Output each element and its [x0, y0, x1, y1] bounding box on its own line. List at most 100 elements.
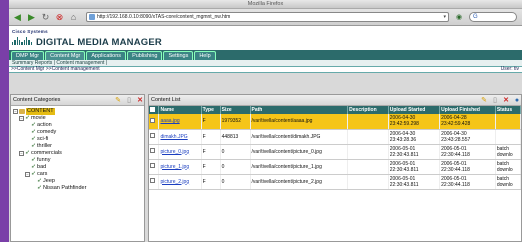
column-header[interactable]: Upload Started [388, 106, 441, 114]
tab-settings[interactable]: Settings [163, 51, 194, 60]
tree-node-label[interactable]: comedy [37, 129, 56, 136]
table-header-row: Name Type Size Path Description Upload Starte… [149, 106, 521, 114]
tree-node[interactable]: ➶ funny [13, 157, 144, 164]
column-header[interactable]: Upload Finished [439, 106, 496, 114]
tree-node-label[interactable]: cars [37, 171, 47, 178]
tab-help[interactable]: Help [194, 51, 216, 60]
tree-node[interactable]: ➶ sci-fi [13, 136, 144, 143]
type-cell: F [201, 159, 221, 175]
edit-icon[interactable]: ✎ [480, 96, 488, 104]
column-header[interactable]: Type [201, 106, 221, 114]
row-select-cell [149, 174, 160, 190]
tree-node[interactable]: − ➶ movie [13, 115, 144, 122]
file-name-link[interactable]: picture_2.jpg [158, 174, 202, 190]
path-cell: /var/tivella/content/picture_0.jpg [250, 144, 349, 160]
column-header[interactable]: Size [220, 106, 251, 114]
browser-toolbar: ◀ ▶ ↻ ⊗ ⌂ http://192.168.0.10:8090/xTAS-… [9, 9, 522, 26]
file-name-link[interactable]: picture_0.jpg [158, 144, 202, 160]
reload-icon[interactable]: ↻ [40, 12, 51, 23]
tree-node-label[interactable]: CONTENT [26, 108, 55, 115]
select-all-header[interactable] [149, 106, 160, 114]
column-header[interactable]: Description [347, 106, 389, 114]
tree-node[interactable]: ➶ comedy [13, 129, 144, 136]
category-icon: ➶ [31, 143, 37, 149]
file-name-link[interactable]: dimakh.JPG [158, 129, 202, 145]
column-header[interactable]: Path [250, 106, 349, 114]
collapse-icon[interactable]: − [25, 172, 30, 177]
category-tree: − CONTENT − ➶ movie ➶ action ➶ comedy ➶ sci-fi ➶ thr… [11, 106, 144, 192]
tree-node-label[interactable]: Jeep [43, 178, 55, 185]
table-row[interactable]: picture_1.jpg F 0/var/tivella/content/pict… [149, 159, 521, 175]
tree-node-label[interactable]: Nissan Pathfinder [43, 185, 86, 192]
stop-icon[interactable]: ⊗ [54, 12, 65, 23]
collapse-icon[interactable]: − [19, 151, 24, 156]
cisco-logo: Cisco Systems [12, 29, 48, 34]
status-cell: batch downlo [495, 159, 521, 175]
back-icon[interactable]: ◀ [12, 12, 23, 23]
table-row[interactable]: picture_0.jpg F 0/var/tivella/content/pict… [149, 144, 521, 160]
info-icon[interactable]: ● [513, 96, 521, 104]
tree-node-label[interactable]: bad [37, 164, 46, 171]
row-checkbox[interactable] [150, 148, 155, 153]
tree-node-label[interactable]: commercials [31, 150, 62, 157]
select-all-checkbox[interactable] [150, 106, 155, 112]
search-engine-icon: G [473, 14, 478, 20]
tab-applications[interactable]: Applications [86, 51, 127, 60]
new-document-icon[interactable]: ▯ [491, 96, 499, 104]
tree-node[interactable]: − CONTENT [13, 108, 144, 115]
delete-icon[interactable]: ✕ [136, 96, 144, 104]
delete-icon[interactable]: ✕ [502, 96, 510, 104]
category-icon: ➶ [31, 171, 37, 177]
upload-finished-cell: 2006-04-30 23:43:28.557 [439, 129, 496, 145]
tab-dmp-mgr[interactable]: DMP Mgr [11, 51, 45, 60]
row-select-cell [149, 144, 160, 160]
breadcrumb-text[interactable]: >>Content Mgr >>Content management [11, 66, 100, 72]
column-header[interactable]: Name [158, 106, 202, 114]
size-cell: 448813 [220, 129, 251, 145]
tree-node-label[interactable]: action [37, 122, 52, 129]
row-checkbox[interactable] [150, 133, 155, 138]
tree-node[interactable]: ➶ action [13, 122, 144, 129]
path-cell: /var/tivella/content/picture_2.jpg [250, 174, 349, 190]
tree-node[interactable]: ➶ Jeep [13, 178, 144, 185]
tree-node[interactable]: ➶ Nissan Pathfinder [13, 185, 144, 192]
row-checkbox[interactable] [150, 178, 155, 183]
categories-header: Content Categories ✎ ▯ ✕ [11, 95, 144, 106]
content-panels: Content Categories ✎ ▯ ✕ − CONTENT − ➶ movie… [9, 94, 522, 242]
tree-node[interactable]: − ➶ cars [13, 171, 144, 178]
search-input[interactable]: G [469, 12, 517, 22]
size-cell: 0 [220, 174, 251, 190]
status-cell [495, 129, 521, 145]
tree-node-label[interactable]: sci-fi [37, 136, 48, 143]
collapse-icon[interactable]: − [19, 116, 24, 121]
home-icon[interactable]: ⌂ [68, 12, 79, 23]
row-select-cell [149, 159, 160, 175]
tree-node-label[interactable]: thriller [37, 143, 52, 150]
table-row[interactable]: aaaa.jpg F 1979352/var/tivella/content/aaa… [149, 114, 521, 130]
categories-title: Content Categories [13, 97, 61, 103]
address-bar[interactable]: http://192.168.0.10:8090/xTAS-core/conte… [86, 12, 449, 22]
edit-icon[interactable]: ✎ [114, 96, 122, 104]
content-list-panel: Content List ✎ ▯ ✕ ● Name Type Size Path Des… [148, 94, 522, 242]
row-checkbox[interactable] [150, 117, 155, 123]
tree-node[interactable]: ➶ bad [13, 164, 144, 171]
upload-started-cell: 2006-04-30 23:43:28.36 [388, 129, 441, 145]
tree-node[interactable]: − ➶ commercials [13, 150, 144, 157]
forward-icon[interactable]: ▶ [26, 12, 37, 23]
column-header[interactable]: Status [495, 106, 521, 114]
chevron-down-icon[interactable]: ▾ [443, 14, 446, 20]
go-icon[interactable]: ◉ [452, 12, 466, 22]
table-row[interactable]: picture_2.jpg F 0/var/tivella/content/pict… [149, 174, 521, 190]
tree-node-label[interactable]: movie [31, 115, 46, 122]
row-checkbox[interactable] [150, 163, 155, 168]
tree-node-label[interactable]: funny [37, 157, 50, 164]
file-name-link[interactable]: aaaa.jpg [158, 114, 202, 130]
file-name-link[interactable]: picture_1.jpg [158, 159, 202, 175]
collapse-icon[interactable]: − [13, 109, 18, 114]
tree-node[interactable]: ➶ thriller [13, 143, 144, 150]
new-document-icon[interactable]: ▯ [125, 96, 133, 104]
tab-content-mgr[interactable]: Content Mgr [45, 51, 86, 60]
tab-publishing[interactable]: Publishing [127, 51, 163, 60]
type-cell: F [201, 114, 221, 130]
table-row[interactable]: dimakh.JPG F 448813/var/tivella/content/di… [149, 129, 521, 145]
